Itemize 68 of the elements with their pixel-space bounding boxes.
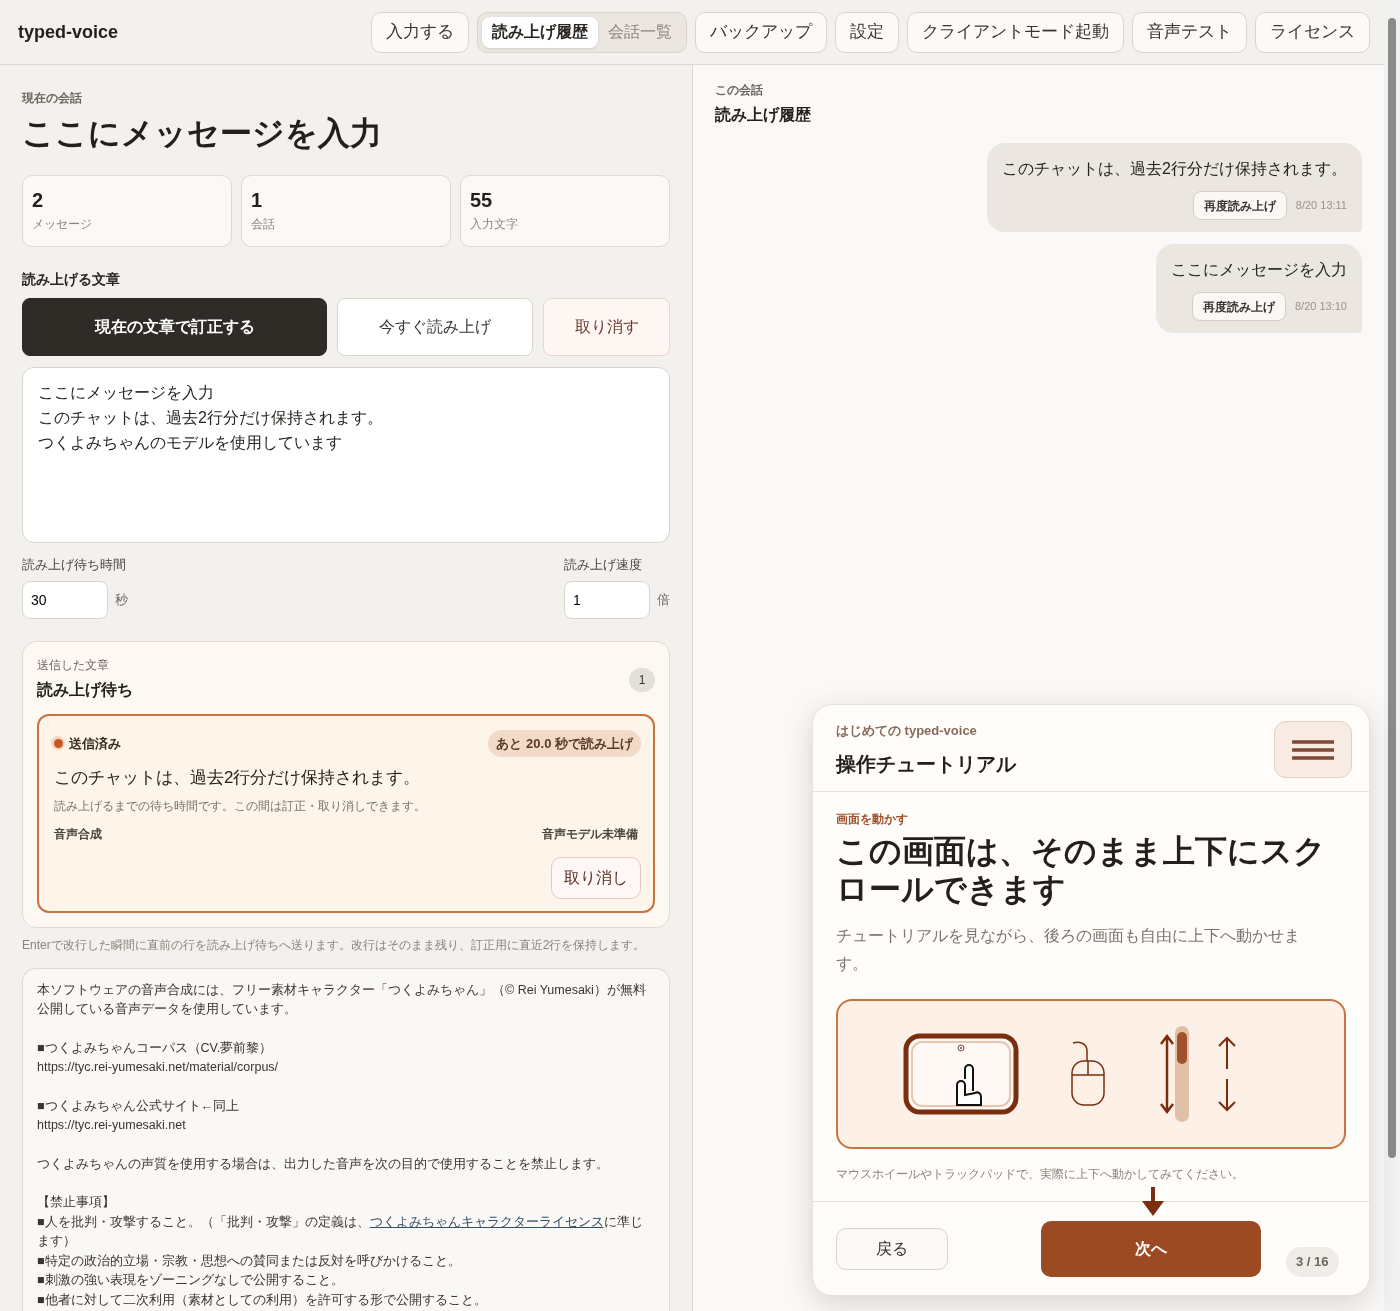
license-paragraph: つくよみちゃんの声質を使用する場合は、出力した音声を次の目的で使用することを禁止します。 (37, 1155, 610, 1173)
number-field[interactable]: 1 (564, 580, 650, 619)
status-label: 送信済み (69, 734, 121, 753)
stat-value: 55 (470, 188, 494, 213)
text-line: つくよみちゃんのモデルを使用しています (38, 433, 342, 453)
cancel-button[interactable]: 取り消し (551, 856, 641, 899)
engine-label: 音声合成 (54, 825, 102, 843)
menu-button[interactable] (1274, 721, 1352, 778)
nav-button[interactable]: 音声テスト (1132, 11, 1247, 53)
step-heading: この画面は、そのまま上下にスクロールできます (836, 831, 1327, 908)
license-paragraph: ■つくよみちゃんコーパス（CV.夢前黎） https://tyc.rei-yumesaki.net/material/corpus/ (37, 1039, 280, 1076)
message-time: 8/20 13:10 (1295, 299, 1347, 315)
section-title: 読み上げ待ち (37, 679, 133, 700)
replay-button[interactable]: 再度読み上げ (1192, 292, 1286, 321)
stat-value: 2 (32, 188, 45, 213)
replay-button[interactable]: 再度読み上げ (1192, 191, 1287, 220)
conversation-title: ここにメッセージを入力 (22, 114, 383, 153)
message-time: 8/20 13:11 (1295, 198, 1347, 214)
field-label: 読み上げ待ち時間 (22, 556, 127, 574)
step-body: チュートリアルを見ながら、後ろの画面も自由に上下へ動かせます。 (836, 925, 1301, 974)
section-eyebrow: 送信した文章 (37, 656, 110, 674)
action-button[interactable]: 取り消す (543, 298, 670, 356)
step-label: 画面を動かす (836, 810, 909, 828)
unit-label: 秒 (115, 590, 128, 609)
down-arrow-icon (1141, 1187, 1165, 1217)
license-link[interactable]: つくよみちゃんキャラクターライセンス (369, 1214, 604, 1229)
menu-icon (1292, 739, 1334, 760)
stat-label: 入力文字 (470, 216, 519, 233)
message-text: ここにメッセージを入力 (1171, 260, 1347, 280)
queue-note: 読み上げるまでの待ち時間です。この間は訂正・取り消しできます。 (53, 797, 427, 815)
nav-button[interactable]: クライアントモード起動 (907, 11, 1124, 53)
license-paragraph: ■つくよみちゃん公式サイト←同上 https://tyc.rei-yumesaki.net (37, 1097, 241, 1134)
app-title: typed-voice (18, 20, 119, 44)
progress-badge: 3 / 16 (1286, 1246, 1339, 1277)
countdown-badge: あと 20.0 秒で読み上げ (488, 729, 641, 757)
count-badge: 1 (629, 667, 655, 692)
status-dot-icon (51, 736, 65, 751)
message-text: このチャットは、過去2行分だけ保持されます。 (1002, 159, 1347, 179)
stat-label: 会話 (251, 216, 276, 233)
queued-text: このチャットは、過去2行分だけ保持されます。 (53, 767, 422, 789)
license-paragraph: 【禁止事項】 ■人を批判・攻撃すること。（「批判・攻撃」の定義は、つくよみちゃんキャラクターライセンス に準じます） ■特定の政治的立場・宗教・思想への賛同または反対を呼びかけること。 ■刺激の強い表現をゾーニングなしで公開すること。 ■他者に対して二次利用（素材としての利用）を許可する形で公開すること。 (37, 1194, 644, 1309)
back-button[interactable]: 戻る (836, 1227, 948, 1270)
text-line: ここにメッセージを入力 (38, 383, 214, 403)
unit-label: 倍 (657, 590, 670, 609)
step-caption: マウスホイールやトラックパッドで、実際に上下へ動かしてみてください。 (836, 1165, 1245, 1183)
field-label: 読み上げる文章 (22, 270, 121, 289)
nav-button[interactable]: ライセンス (1255, 11, 1370, 53)
view-tab[interactable]: 読み上げ履歴 (482, 16, 598, 48)
dialog-eyebrow: はじめての typed-voice (836, 722, 978, 740)
action-button[interactable]: 現在の文章で訂正する (22, 298, 327, 356)
nav-button[interactable]: バックアップ (695, 11, 827, 53)
nav-button[interactable]: 設定 (835, 11, 899, 53)
engine-status: 音声モデル未準備 (542, 825, 638, 843)
section-title: 読み上げ履歴 (715, 105, 812, 125)
action-button[interactable]: 今すぐ読み上げ (337, 298, 533, 356)
section-eyebrow: 現在の会話 (22, 90, 83, 107)
license-paragraph: 本ソフトウェアの音声合成には、フリー素材キャラクター「つくよみちゃん」（© Rei Yumesaki）が無料公開している音声データを使用しています。 (37, 981, 647, 1018)
stat-label: メッセージ (32, 216, 93, 233)
section-eyebrow: この会話 (715, 82, 764, 99)
nav-button[interactable]: 入力する (371, 11, 469, 53)
next-button[interactable]: 次へ (1041, 1220, 1261, 1277)
stat-value: 1 (251, 188, 264, 213)
hint-text: Enterで改行した瞬間に直前の行を読み上げ待ちへ送ります。改行はそのまま残り、訂正用に直近2行を保持します。 (22, 936, 647, 954)
text-input-area[interactable]: ここにメッセージを入力 このチャットは、過去2行分だけ保持されます。 つくよみちゃんのモデルを使用しています (22, 367, 670, 543)
number-field[interactable]: 30 (22, 580, 108, 619)
dialog-title: 操作チュートリアル (836, 751, 1016, 777)
text-line: このチャットは、過去2行分だけ保持されます。 (38, 408, 383, 428)
field-label: 読み上げ速度 (564, 556, 643, 574)
